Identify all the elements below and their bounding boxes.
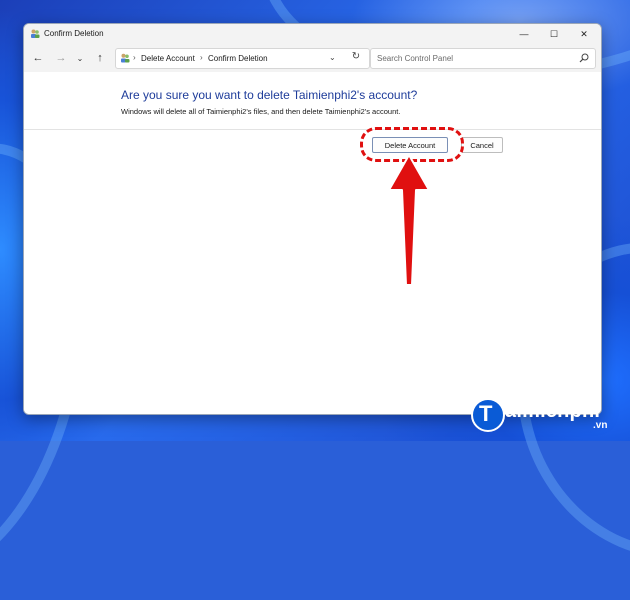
red-arrow-annotation bbox=[388, 154, 430, 286]
arrow-pointer-icon bbox=[388, 154, 430, 286]
watermark-brand: aimienphi bbox=[505, 400, 601, 422]
taimienphi-logo-icon: T bbox=[471, 398, 505, 432]
taimienphi-watermark: T aimienphi .vn bbox=[467, 396, 627, 436]
logo-letter: T bbox=[479, 401, 493, 426]
watermark-tld: .vn bbox=[593, 420, 608, 431]
